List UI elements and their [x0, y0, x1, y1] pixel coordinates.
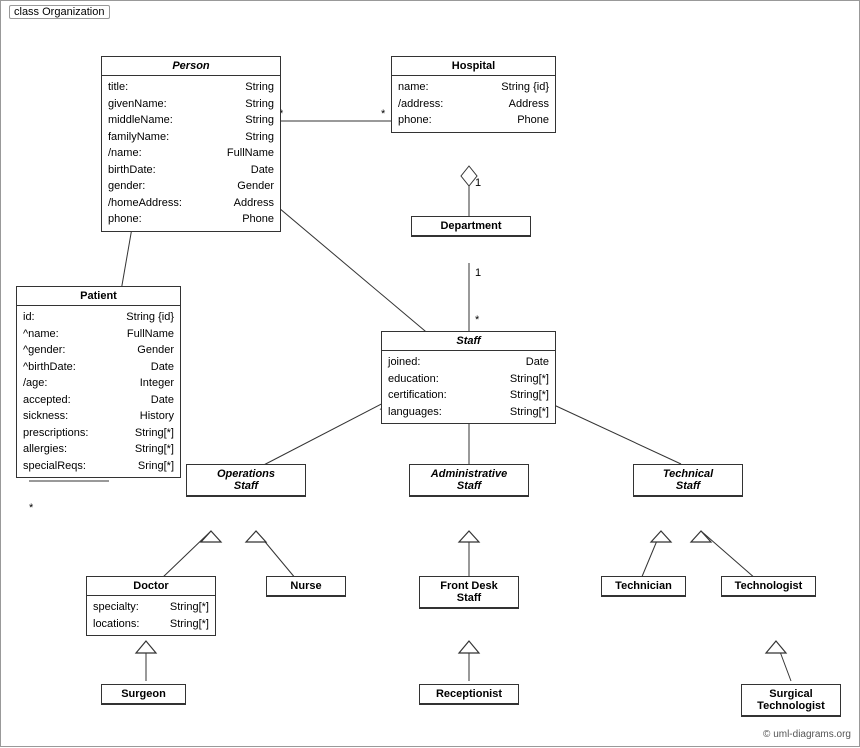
nurse-class: Nurse [266, 576, 346, 597]
svg-text:*: * [29, 502, 34, 514]
technician-class: Technician [601, 576, 686, 597]
staff-attrs: joined:Date education:String[*] certific… [382, 351, 555, 423]
technical-staff-title: TechnicalStaff [634, 465, 742, 496]
svg-text:1: 1 [475, 177, 481, 189]
surgeon-class: Surgeon [101, 684, 186, 705]
person-class: Person title:String givenName:String mid… [101, 56, 281, 232]
receptionist-class: Receptionist [419, 684, 519, 705]
administrative-staff-class: AdministrativeStaff [409, 464, 529, 497]
svg-text:*: * [381, 108, 386, 120]
receptionist-title: Receptionist [420, 685, 518, 704]
technologist-title: Technologist [722, 577, 815, 596]
front-desk-staff-title: Front DeskStaff [420, 577, 518, 608]
doctor-attrs: specialty:String[*] locations:String[*] [87, 596, 215, 635]
technologist-class: Technologist [721, 576, 816, 597]
operations-staff-class: OperationsStaff [186, 464, 306, 497]
operations-staff-title: OperationsStaff [187, 465, 305, 496]
staff-title: Staff [382, 332, 555, 351]
person-attrs: title:String givenName:String middleName… [102, 76, 280, 231]
administrative-staff-title: AdministrativeStaff [410, 465, 528, 496]
diagram-container: class Organization * * 1 * 1 * * * [0, 0, 860, 747]
patient-attrs: id:String {id} ^name:FullName ^gender:Ge… [17, 306, 180, 477]
patient-class: Patient id:String {id} ^name:FullName ^g… [16, 286, 181, 478]
doctor-title: Doctor [87, 577, 215, 596]
front-desk-staff-class: Front DeskStaff [419, 576, 519, 609]
doctor-class: Doctor specialty:String[*] locations:Str… [86, 576, 216, 636]
surgical-technologist-title: SurgicalTechnologist [742, 685, 840, 716]
surgical-technologist-class: SurgicalTechnologist [741, 684, 841, 717]
hospital-title: Hospital [392, 57, 555, 76]
hospital-attrs: name:String {id} /address:Address phone:… [392, 76, 555, 132]
copyright: © uml-diagrams.org [763, 729, 851, 740]
technical-staff-class: TechnicalStaff [633, 464, 743, 497]
svg-text:1: 1 [475, 267, 481, 279]
diagram-title: class Organization [9, 5, 110, 19]
staff-class: Staff joined:Date education:String[*] ce… [381, 331, 556, 424]
department-class: Department [411, 216, 531, 237]
surgeon-title: Surgeon [102, 685, 185, 704]
technician-title: Technician [602, 577, 685, 596]
nurse-title: Nurse [267, 577, 345, 596]
department-title: Department [412, 217, 530, 236]
person-title: Person [102, 57, 280, 76]
svg-text:*: * [475, 314, 480, 326]
hospital-class: Hospital name:String {id} /address:Addre… [391, 56, 556, 133]
patient-title: Patient [17, 287, 180, 306]
